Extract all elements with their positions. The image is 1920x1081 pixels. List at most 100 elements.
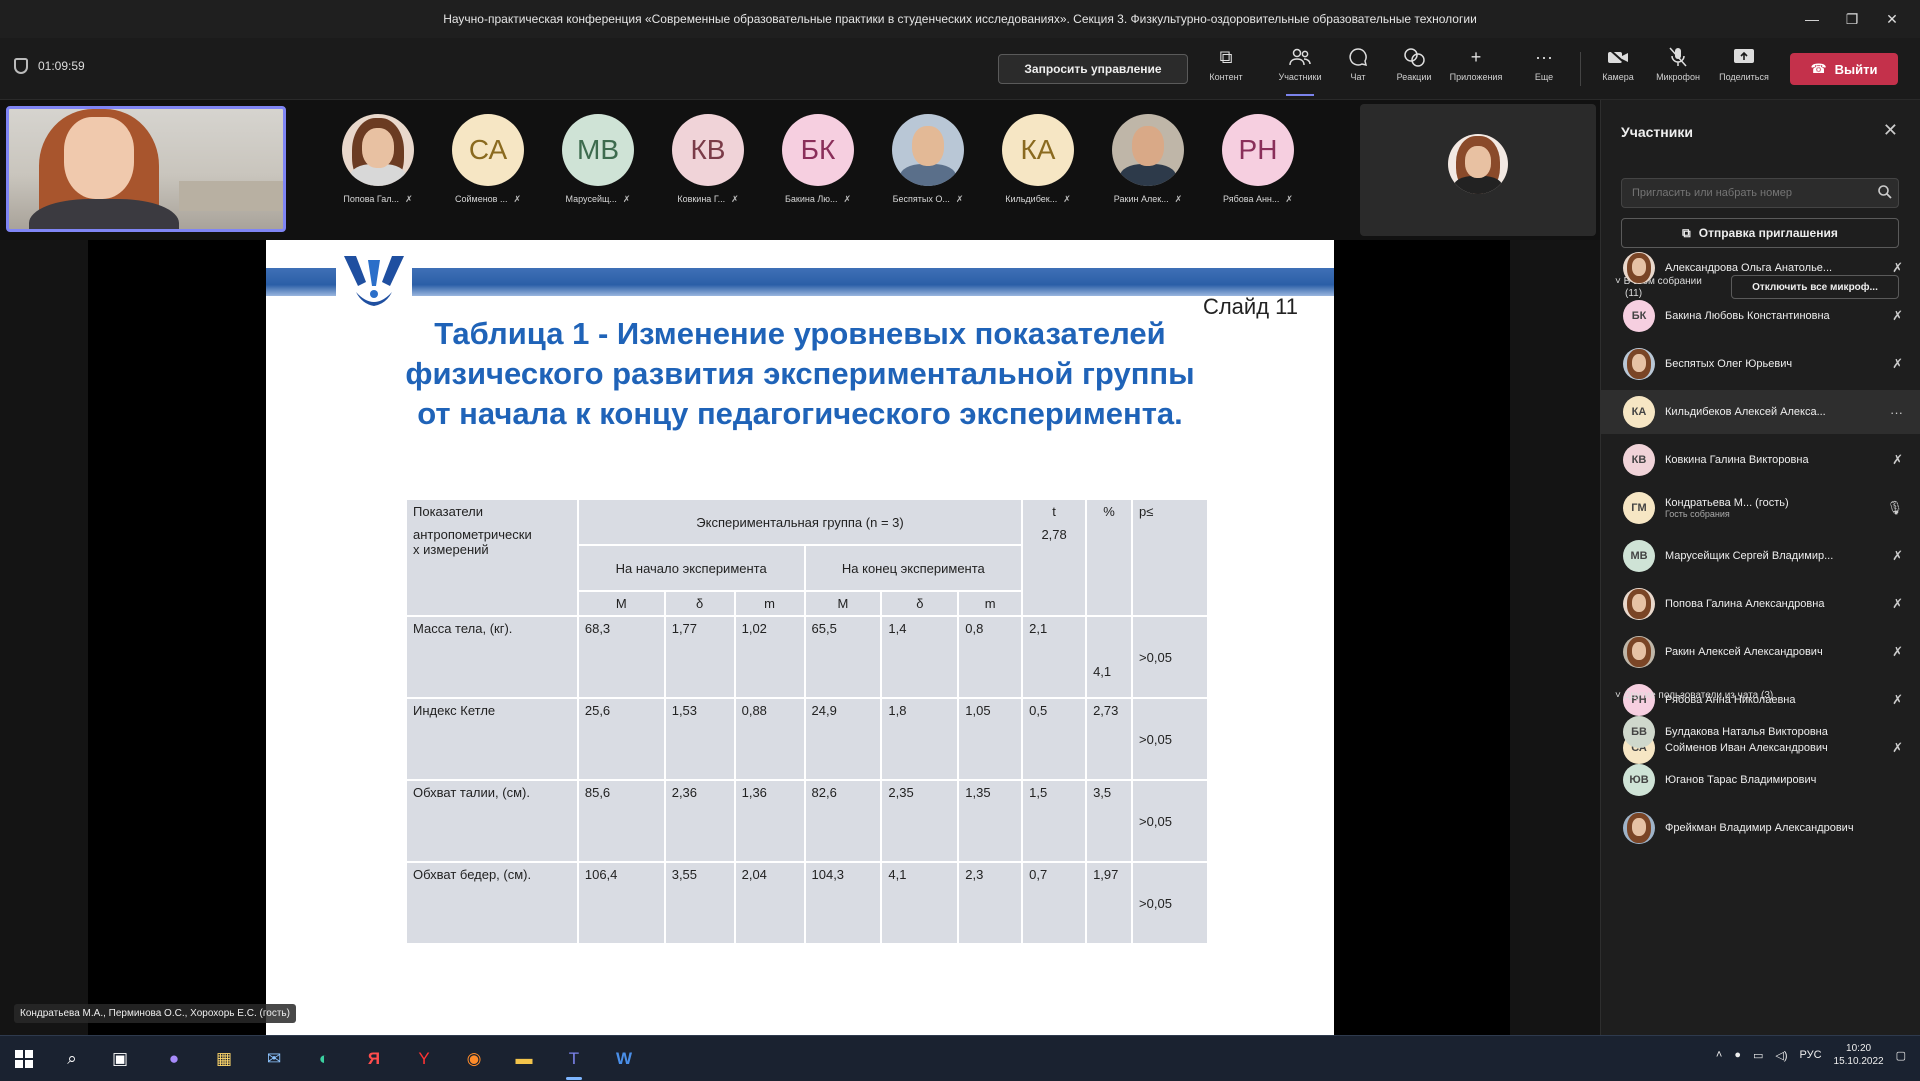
slide-title: Таблица 1 - Изменение уровневых показате… xyxy=(266,314,1334,434)
participant-name: Ракин Алек... xyxy=(1113,194,1169,204)
chat-label: Чат xyxy=(1350,72,1366,82)
share-tray-icon xyxy=(1733,46,1755,68)
more-icon[interactable]: ··· xyxy=(1890,405,1903,420)
participant-tile[interactable]: КА Кильдибек... ✗ xyxy=(988,114,1088,205)
header-text: х измерений xyxy=(413,542,489,557)
table-cell: 1,05 xyxy=(957,697,1024,781)
plus-icon: + xyxy=(1470,46,1482,67)
participant-tile[interactable]: Ракин Алек... ✗ xyxy=(1098,114,1198,205)
participant-name: Рябова Анн... xyxy=(1223,194,1280,204)
close-window-button[interactable]: ✕ xyxy=(1872,0,1912,38)
participant-tile[interactable]: РН Рябова Анн... ✗ xyxy=(1208,114,1308,205)
teams-icon[interactable]: T xyxy=(560,1045,588,1080)
microphone-button[interactable]: Микрофон xyxy=(1652,46,1704,94)
mic-off-icon[interactable]: ✗ xyxy=(1892,596,1903,612)
avatar xyxy=(1623,252,1655,284)
participants-button[interactable]: Участники xyxy=(1274,46,1326,96)
edge-browser-icon[interactable]: ◐ xyxy=(310,1045,338,1073)
self-video-tile[interactable] xyxy=(6,106,286,232)
minimize-button[interactable]: — xyxy=(1792,0,1832,38)
chevron-up-icon[interactable]: ˄ xyxy=(1716,1049,1722,1061)
maximize-button[interactable]: ❐ xyxy=(1832,0,1872,38)
clock[interactable]: 10:20 15.10.2022 xyxy=(1834,1042,1884,1068)
participant-tile[interactable]: СА Сойменов ... ✗ xyxy=(438,114,538,205)
table-row: Обхват бедер, (см). 106,4 3,55 2,04 104,… xyxy=(405,861,1209,945)
mic-off-icon[interactable]: ✗ xyxy=(1892,548,1903,564)
network-icon[interactable]: ▭ xyxy=(1753,1049,1763,1062)
participant-tile[interactable]: Попова Гал... ✗ xyxy=(328,114,428,205)
participant-tile[interactable]: МВ Марусейщ... ✗ xyxy=(548,114,648,205)
system-tray: ˄ ● ▭ ◁) РУС 10:20 15.10.2022 ▢ xyxy=(1716,1042,1906,1068)
panel-title: Участники xyxy=(1621,124,1693,140)
table-cell: 2,36 xyxy=(663,779,736,863)
mic-off-icon[interactable]: ✗ xyxy=(1892,308,1903,324)
mic-off-icon[interactable]: ✗ xyxy=(1892,692,1903,708)
table-cell: 2,35 xyxy=(880,779,960,863)
mic-on-icon[interactable]: 🎙 xyxy=(1886,500,1903,516)
participant-row[interactable]: БК Бакина Любовь Константиновна ✗ xyxy=(1601,294,1920,338)
participant-text: Юганов Тарас Владимирович xyxy=(1665,774,1883,786)
yandex-browser-icon[interactable]: Y xyxy=(410,1045,438,1073)
participant-row[interactable]: ГМ Кондратьева М... (гость) Гость собрания… xyxy=(1601,486,1920,530)
microphone-tray-icon[interactable]: ● xyxy=(1734,1049,1741,1061)
more-button[interactable]: ··· Еще xyxy=(1518,46,1570,94)
table-cell: 106,4 xyxy=(576,861,666,945)
participant-row[interactable]: МВ Марусейщик Сергей Владимир... ✗ xyxy=(1601,534,1920,578)
participant-row[interactable]: КВ Ковкина Галина Викторовна ✗ xyxy=(1601,438,1920,482)
others-toggle[interactable]: ˅ Другие пользователи из чата (3) xyxy=(1615,690,1773,702)
participant-tile[interactable]: КВ Ковкина Г... ✗ xyxy=(658,114,758,205)
table-cell: 85,6 xyxy=(576,779,666,863)
mic-off-icon[interactable]: ✗ xyxy=(1892,260,1903,276)
participant-text: Кондратьева М... (гость) Гость собрания xyxy=(1665,497,1883,519)
file-explorer-icon[interactable]: ▬ xyxy=(510,1045,538,1073)
mic-off-icon[interactable]: ✗ xyxy=(1892,356,1903,372)
windows-start-icon[interactable] xyxy=(10,1045,38,1073)
shared-slide: Слайд 11 Таблица 1 - Изменение уровневых… xyxy=(266,240,1334,1035)
participant-text: Фрейкман Владимир Александрович xyxy=(1665,822,1883,834)
request-control-button[interactable]: Запросить управление xyxy=(998,54,1188,84)
close-icon[interactable]: ✕ xyxy=(1883,120,1898,141)
notifications-icon[interactable]: ▢ xyxy=(1896,1049,1906,1062)
participant-tile[interactable]: Беспятых О... ✗ xyxy=(878,114,978,205)
share-tray-button[interactable]: Поделиться xyxy=(1718,46,1770,94)
chevron-down-icon: ˅ xyxy=(1615,690,1621,701)
apps-button[interactable]: + Приложения xyxy=(1450,46,1503,94)
mic-off-icon[interactable]: ✗ xyxy=(1892,452,1903,468)
yandex-icon[interactable]: Я xyxy=(360,1045,388,1073)
chat-button[interactable]: Чат xyxy=(1332,46,1384,94)
word-icon[interactable]: W xyxy=(610,1045,638,1073)
microphone-label: Микрофон xyxy=(1656,72,1700,82)
active-speaker-tile[interactable] xyxy=(1360,104,1596,236)
send-invite-button[interactable]: ⧉ Отправка приглашения xyxy=(1621,218,1899,248)
participant-tile[interactable]: БК Бакина Лю... ✗ xyxy=(768,114,868,205)
sub-header: m xyxy=(733,590,806,617)
search-icon[interactable]: ⌕ xyxy=(58,1045,86,1073)
reactions-button[interactable]: Реакции xyxy=(1388,46,1440,94)
participant-row[interactable]: Ракин Алексей Александрович ✗ xyxy=(1601,630,1920,674)
window-controls: — ❐ ✕ xyxy=(1792,0,1912,38)
participant-row[interactable]: БВ Булдакова Наталья Викторовна xyxy=(1601,710,1920,754)
title-bar: Научно-практическая конференция «Совреме… xyxy=(0,0,1920,38)
table-cell: 0,8 xyxy=(957,615,1024,699)
participant-full-name: Александрова Ольга Анатолье... xyxy=(1665,262,1833,274)
participant-row[interactable]: ЮВ Юганов Тарас Владимирович xyxy=(1601,758,1920,802)
store-icon[interactable]: ▦ xyxy=(210,1045,238,1073)
participant-row[interactable]: Беспятых Олег Юрьевич ✗ xyxy=(1601,342,1920,386)
participant-row[interactable]: Попова Галина Александровна ✗ xyxy=(1601,582,1920,626)
participant-row[interactable]: Фрейкман Владимир Александрович xyxy=(1601,806,1920,850)
mail-icon[interactable]: ✉ xyxy=(260,1045,288,1073)
firefox-icon[interactable]: ◉ xyxy=(460,1045,488,1073)
participant-row[interactable]: КА Кильдибеков Алексей Алекса... ··· xyxy=(1601,390,1920,434)
content-button[interactable]: ⧉ Контент xyxy=(1200,46,1252,94)
leave-button[interactable]: ☎ Выйти xyxy=(1790,53,1898,85)
assistant-icon[interactable]: ● xyxy=(160,1045,188,1073)
mic-off-icon[interactable]: ✗ xyxy=(1892,644,1903,660)
camera-button[interactable]: Камера xyxy=(1592,46,1644,94)
task-view-icon[interactable]: ▣ xyxy=(106,1045,134,1073)
volume-icon[interactable]: ◁) xyxy=(1775,1049,1787,1062)
invite-search-input[interactable] xyxy=(1621,178,1899,208)
avatar: БВ xyxy=(1623,716,1655,748)
language-indicator[interactable]: РУС xyxy=(1800,1049,1822,1061)
reactions-icon xyxy=(1403,46,1425,68)
participant-row[interactable]: Александрова Ольга Анатолье... ✗ xyxy=(1601,246,1920,290)
